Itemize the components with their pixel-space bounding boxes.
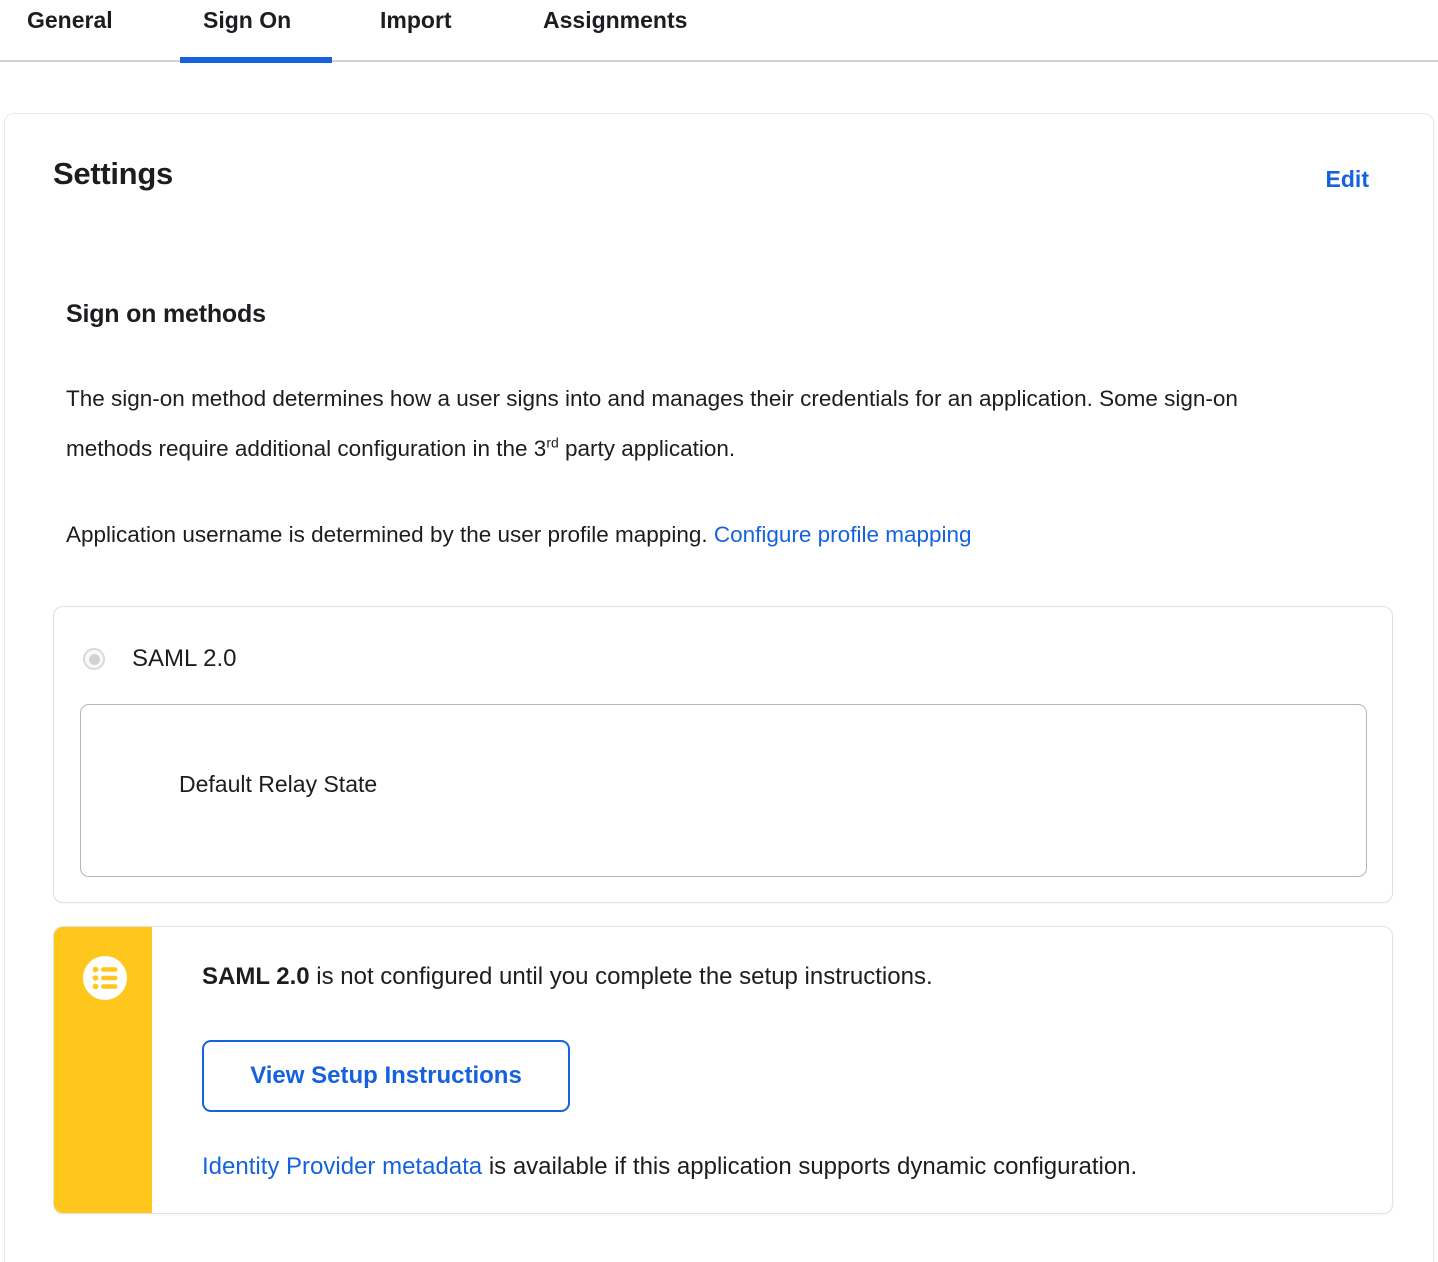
sign-on-settings-page: General Sign On Import Assignments Setti… <box>0 0 1438 1262</box>
callout-message-bold: SAML 2.0 <box>202 963 310 990</box>
configure-profile-mapping-link[interactable]: Configure profile mapping <box>714 522 972 547</box>
callout-message: SAML 2.0 is not configured until you com… <box>202 963 933 991</box>
view-setup-instructions-button[interactable]: View Setup Instructions <box>202 1040 570 1112</box>
saml-radio-label: SAML 2.0 <box>132 645 237 672</box>
callout-caution-stripe <box>54 927 152 1213</box>
metadata-note: Identity Provider metadata is available … <box>202 1153 1137 1181</box>
saml-radio-button[interactable] <box>83 648 105 670</box>
settings-title: Settings <box>53 156 173 191</box>
default-relay-state-field: Default Relay State <box>80 704 1367 877</box>
default-relay-state-label: Default Relay State <box>179 771 378 797</box>
saml-method-box: SAML 2.0 Default Relay State <box>53 606 1393 903</box>
sign-on-methods-description: The sign-on method determines how a user… <box>66 374 1306 474</box>
ordinal-superscript: rd <box>546 434 559 451</box>
radio-dot-icon <box>88 653 100 665</box>
profile-mapping-text: Application username is determined by th… <box>66 522 714 547</box>
tab-general[interactable]: General <box>27 7 113 34</box>
tab-import[interactable]: Import <box>380 7 452 34</box>
metadata-note-text: is available if this application support… <box>482 1153 1138 1180</box>
callout-message-text: is not configured until you complete the… <box>309 963 933 990</box>
description-text-end: party application. <box>558 436 736 461</box>
edit-link[interactable]: Edit <box>1326 166 1369 193</box>
app-tab-bar: General Sign On Import Assignments <box>0 0 1438 63</box>
tab-sign-on[interactable]: Sign On <box>203 7 291 34</box>
identity-provider-metadata-link[interactable]: Identity Provider metadata <box>202 1153 482 1180</box>
list-icon <box>83 956 127 1000</box>
saml-radio-row: SAML 2.0 <box>83 645 237 673</box>
settings-card: Settings Edit Sign on methods The sign-o… <box>4 113 1434 1262</box>
active-tab-indicator <box>180 57 332 63</box>
profile-mapping-note: Application username is determined by th… <box>66 510 1306 560</box>
sign-on-methods-heading: Sign on methods <box>66 300 266 328</box>
tab-assignments[interactable]: Assignments <box>543 7 687 34</box>
setup-instructions-callout: SAML 2.0 is not configured until you com… <box>53 926 1393 1214</box>
